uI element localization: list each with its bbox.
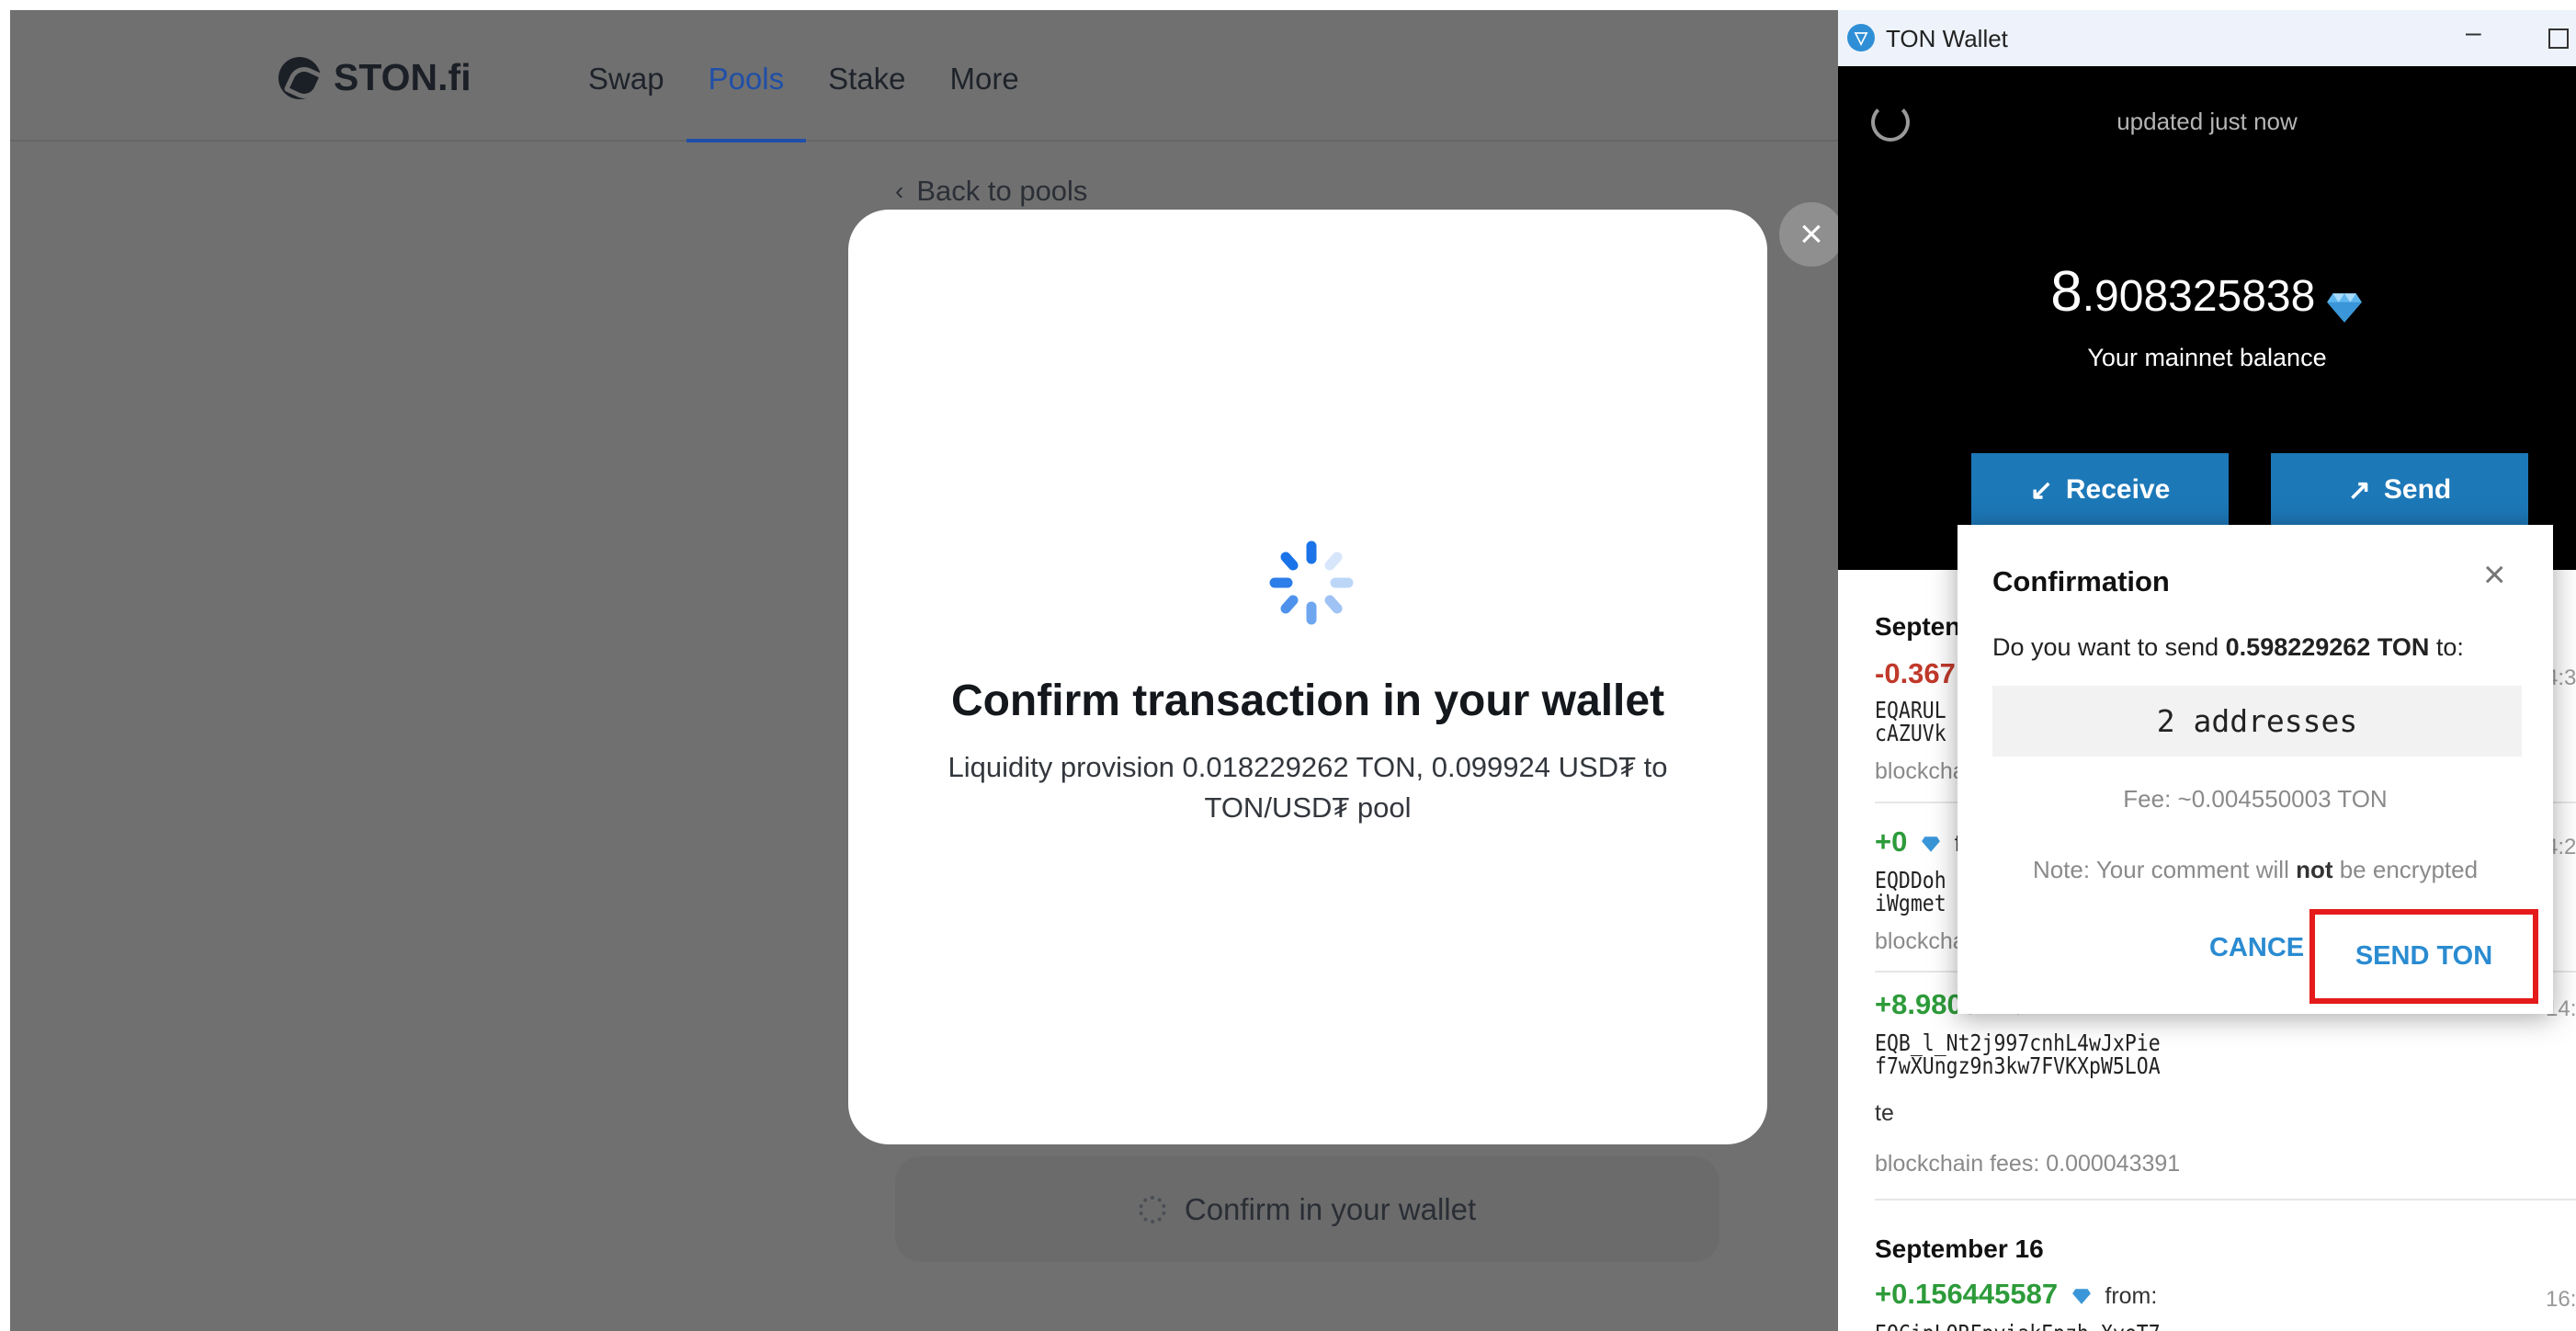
modal-title: Confirm transaction in your wallet — [950, 677, 1665, 725]
nav-pools[interactable]: Pools — [686, 62, 807, 142]
tx-amount: -0.367 — [1875, 657, 1956, 689]
tx-fee: blockcha — [1875, 758, 1966, 784]
recipient-addresses: 2 addresses — [1992, 686, 2522, 757]
confirm-transaction-modal: Confirm transaction in your wallet Liqui… — [848, 210, 1767, 1144]
confirmation-dialog: Confirmation × Do you want to send 0.598… — [1958, 525, 2553, 1014]
tx-comment: te — [1875, 1100, 1894, 1126]
note-suffix: be encrypted — [2332, 856, 2479, 883]
tx-address[interactable]: EQB_l_Nt2j997cnhL4wJxPie f7wXUngz9n3kw7F… — [1875, 1031, 2161, 1077]
window-title: TON Wallet — [1886, 25, 2008, 52]
cancel-button[interactable]: CANCE — [2209, 933, 2304, 963]
tx-amount: +0.156445587 from: — [1875, 1278, 2157, 1311]
send-label: Send — [2383, 474, 2452, 505]
balance-label: Your mainnet balance — [2087, 344, 2327, 371]
loading-spinner-icon — [1138, 1195, 1166, 1223]
diamond-icon — [2326, 293, 2362, 323]
dialog-close-button[interactable]: × — [2483, 552, 2506, 597]
ton-wallet-app-icon: ▽ — [1847, 24, 1875, 51]
confirm-in-wallet-button[interactable]: Confirm in your wallet — [895, 1156, 1719, 1262]
chevron-left-icon: ‹ — [895, 176, 904, 205]
arrow-up-right-icon: ↗ — [2347, 474, 2371, 506]
modal-close-button[interactable]: × — [1779, 202, 1844, 267]
close-icon: × — [1799, 211, 1823, 256]
ton-wallet-window: ▽ TON Wallet – updated just now 8.908325… — [1838, 10, 2576, 1331]
divider — [1875, 1199, 2576, 1200]
diamond-icon — [1922, 836, 1940, 852]
ston-logo-text: STON.fi — [334, 56, 471, 98]
nav-swap[interactable]: Swap — [566, 62, 687, 142]
question-suffix: to: — [2429, 633, 2464, 661]
encryption-note: Note: Your comment will not be encrypted — [1958, 856, 2553, 884]
confirm-in-wallet-label: Confirm in your wallet — [1184, 1191, 1477, 1226]
tx-time: 16:2 — [2546, 1287, 2576, 1312]
question-prefix: Do you want to send — [1992, 633, 2226, 661]
tx-fee: blockcha — [1875, 928, 1966, 954]
ston-logo[interactable]: STON.fi — [278, 56, 471, 99]
note-bold: not — [2296, 856, 2333, 883]
date-header: September 16 — [1875, 1234, 2044, 1263]
date-header: Septen — [1875, 612, 1961, 641]
receive-button[interactable]: ↙ Receive — [1971, 453, 2229, 527]
ston-page: STON.fi Swap Pools Stake More ‹ Back to … — [10, 10, 1838, 1331]
loading-spinner-icon — [1269, 540, 1354, 625]
tx-address[interactable]: EQARUL cAZUVk — [1875, 699, 1946, 745]
nav-more[interactable]: More — [928, 62, 1041, 142]
back-link-label: Back to pools — [916, 175, 1088, 207]
nav-stake[interactable]: Stake — [806, 62, 927, 142]
tx-amount-value: +0 — [1875, 825, 1908, 858]
send-button[interactable]: ↗ Send — [2271, 453, 2528, 527]
back-to-pools-link[interactable]: ‹ Back to pools — [895, 175, 1087, 208]
maximize-button[interactable] — [2548, 28, 2569, 49]
wallet-header: updated just now 8.908325838 Your mainne… — [1838, 66, 2576, 570]
tx-address[interactable]: EQCipLQRFpviakEpzh_XyeT7 — [1875, 1322, 2161, 1331]
balance-amount: 8.908325838 — [1838, 259, 2576, 326]
send-amount: 0.598229262 TON — [2225, 633, 2430, 661]
ston-logo-icon — [278, 56, 321, 99]
tx-from-label: from: — [2105, 1283, 2158, 1309]
send-ton-button[interactable]: SEND TON — [2309, 909, 2538, 1004]
arrow-down-left-icon: ↙ — [2029, 474, 2053, 506]
balance-integer: 8 — [2050, 260, 2082, 324]
updated-status: updated just now — [2116, 108, 2298, 135]
tx-amount-value: +0.156445587 — [1875, 1278, 2059, 1310]
tx-amount: +0 f — [1875, 825, 1961, 859]
close-icon: × — [2483, 552, 2506, 596]
receive-label: Receive — [2065, 474, 2171, 505]
balance-decimal: .908325838 — [2082, 272, 2316, 321]
ston-header: STON.fi Swap Pools Stake More — [10, 10, 1838, 142]
note-prefix: Note: Your comment will — [2032, 856, 2297, 883]
modal-description: Liquidity provision 0.018229262 TON, 0.0… — [948, 751, 1668, 824]
window-titlebar: ▽ TON Wallet – — [1838, 10, 2576, 66]
tx-address[interactable]: EQDDoh iWgmet — [1875, 869, 1946, 915]
dialog-title: Confirmation — [1992, 565, 2170, 597]
diamond-icon — [2071, 1289, 2091, 1304]
tx-fee: blockchain fees: 0.000043391 — [1875, 1151, 2181, 1177]
ston-nav: Swap Pools Stake More — [566, 62, 1041, 142]
fee-text: Fee: ~0.004550003 TON — [2123, 785, 2388, 813]
send-question: Do you want to send 0.598229262 TON to: — [1992, 633, 2464, 662]
minimize-button[interactable]: – — [2466, 17, 2481, 49]
